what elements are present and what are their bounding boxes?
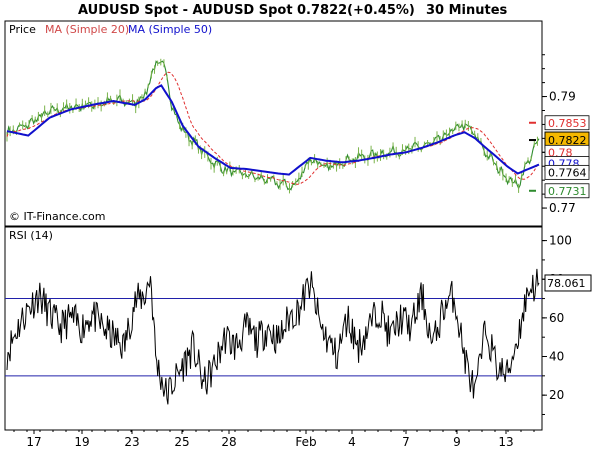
last-price-text: 0.7822 (297, 3, 347, 18)
rsi-tick-label: 40 (549, 350, 564, 364)
x-tick-label: 17 (26, 435, 41, 449)
rsi-y-axis: 1008060402078.061 (542, 234, 592, 415)
rsi-tick-label: 20 (549, 388, 564, 402)
legend-ma50: MA (Simple 50) (128, 23, 212, 36)
audusd-chart: AUDUSD Spot - AUDUSD Spot 0.7822 (+0.45%… (4, 3, 592, 449)
x-tick-label: 28 (221, 435, 236, 449)
x-tick-label: 4 (348, 435, 356, 449)
x-tick-label: 23 (124, 435, 139, 449)
x-tick-label: 25 (174, 435, 189, 449)
value-label: 0.7764 (548, 166, 587, 179)
price-tick-label: 0.77 (549, 201, 576, 215)
watermark: © IT-Finance.com (9, 210, 106, 223)
x-tick-label: 7 (402, 435, 410, 449)
price-tick-label: 0.79 (549, 90, 576, 104)
price-panel (4, 20, 543, 227)
rsi-tick-label: 60 (549, 311, 564, 325)
interval-text: 30 Minutes (426, 3, 508, 18)
chart-title: AUDUSD Spot - AUDUSD Spot 0.7822 (+0.45%… (78, 3, 508, 18)
x-tick-label: Feb (295, 435, 316, 449)
legend-price: Price (9, 23, 36, 36)
rsi-tick-label: 100 (549, 234, 572, 248)
x-axis: 17 19 23 25 28 Feb 4 7 9 13 (13, 430, 535, 449)
rsi-label: RSI (14) (9, 229, 53, 242)
x-tick-label: 19 (74, 435, 89, 449)
value-label: 0.7853 (548, 117, 587, 130)
x-tick-label: 9 (453, 435, 461, 449)
chart-title-text: AUDUSD Spot - AUDUSD Spot (78, 3, 293, 18)
value-label: 0.7731 (548, 185, 587, 198)
rsi-last-value: 78.061 (547, 277, 586, 290)
change-text: (+0.45%) (347, 3, 415, 18)
x-tick-label: 13 (498, 435, 513, 449)
legend-ma20: MA (Simple 20) (45, 23, 129, 36)
